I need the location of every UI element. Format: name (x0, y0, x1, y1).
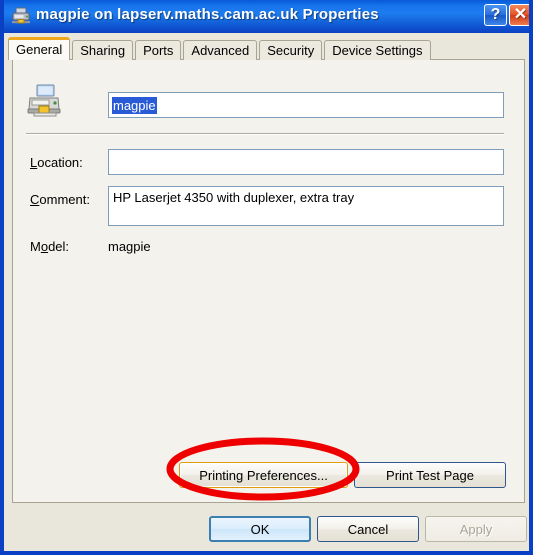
separator (26, 133, 504, 135)
tab-general[interactable]: General (8, 37, 71, 60)
close-button[interactable]: ✕ (509, 4, 529, 26)
button-label: Cancel (347, 521, 389, 537)
ok-button[interactable]: OK (209, 516, 311, 542)
button-label: OK (250, 521, 270, 537)
comment-label: Comment: (30, 192, 90, 207)
tab-label: Device Settings (332, 43, 423, 58)
button-label: Apply (459, 521, 493, 537)
printer-name-value: magpie (112, 96, 157, 114)
tab-label: Advanced (191, 43, 250, 58)
printer-icon (11, 7, 31, 26)
question-mark-icon: ? (490, 6, 501, 23)
tab-advanced[interactable]: Advanced (183, 40, 258, 60)
close-icon: ✕ (513, 6, 528, 23)
general-tab-panel (12, 59, 525, 503)
tab-sharing[interactable]: Sharing (72, 40, 134, 60)
printing-preferences-button[interactable]: Printing Preferences... (179, 462, 348, 488)
tab-label: General (16, 41, 63, 57)
help-button[interactable]: ? (484, 4, 507, 26)
tab-security[interactable]: Security (259, 40, 323, 60)
apply-button: Apply (425, 516, 527, 542)
window-title: magpie on lapserv.maths.cam.ac.uk Proper… (36, 6, 379, 23)
tab-label: Ports (143, 43, 174, 58)
tab-ports[interactable]: Ports (135, 40, 182, 60)
print-test-page-button[interactable]: Print Test Page (354, 462, 506, 488)
tab-device-settings[interactable]: Device Settings (324, 40, 431, 60)
button-label: Print Test Page (386, 467, 474, 483)
location-label: Location: (30, 155, 83, 170)
title-bar-buttons: ? ✕ (484, 4, 529, 26)
cancel-button[interactable]: Cancel (317, 516, 419, 542)
printer-properties-window: magpie on lapserv.maths.cam.ac.uk Proper… (0, 0, 533, 555)
printer-icon (26, 84, 62, 120)
tab-label: Sharing (80, 43, 126, 58)
location-input[interactable] (108, 149, 504, 175)
comment-input[interactable]: HP Laserjet 4350 with duplexer, extra tr… (108, 186, 504, 226)
model-label: Model: (30, 239, 70, 254)
button-label: Printing Preferences... (199, 467, 328, 483)
tab-strip: General Sharing Ports Advanced Security … (8, 37, 433, 60)
model-value: magpie (108, 239, 151, 254)
title-bar[interactable]: magpie on lapserv.maths.cam.ac.uk Proper… (4, 0, 529, 33)
tab-label: Security (267, 43, 315, 58)
printer-name-input[interactable]: magpie (108, 92, 504, 118)
